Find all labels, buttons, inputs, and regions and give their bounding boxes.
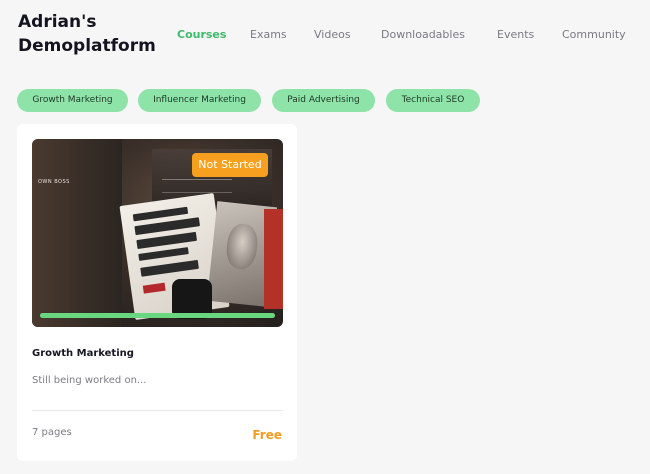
course-thumbnail[interactable]: OWN BOSS Not Started (32, 139, 283, 327)
book-red-label (142, 282, 166, 294)
progress-fill (40, 313, 275, 318)
nav-events[interactable]: Events (497, 27, 534, 43)
card-divider (32, 410, 283, 411)
tag-paid-advertising[interactable]: Paid Advertising (272, 89, 375, 112)
course-card[interactable]: OWN BOSS Not Started Growth Marketing St… (17, 124, 297, 461)
book-title-line (136, 231, 198, 250)
book-title-line (138, 247, 189, 261)
nav-exams[interactable]: Exams (250, 27, 287, 43)
thumbnail-text-block (162, 179, 232, 193)
progress-bar (40, 313, 275, 318)
nav-courses[interactable]: Courses (177, 27, 226, 43)
course-title[interactable]: Growth Marketing (32, 348, 134, 359)
main-nav: Courses Exams Videos Downloadables Event… (0, 27, 650, 45)
book-title-line (140, 259, 199, 277)
course-price: Free (252, 428, 282, 442)
red-cover-block (264, 209, 283, 309)
nav-community[interactable]: Community (562, 27, 626, 43)
page-count: 7 pages (32, 427, 72, 438)
nav-downloadables[interactable]: Downloadables (381, 27, 465, 43)
status-badge: Not Started (192, 153, 268, 177)
thumbnail-background (32, 139, 122, 327)
course-description: Still being worked on... (32, 375, 147, 386)
thumbnail-caption: OWN BOSS (38, 179, 70, 185)
nav-videos[interactable]: Videos (314, 27, 351, 43)
tag-growth-marketing[interactable]: Growth Marketing (17, 89, 128, 112)
tag-technical-seo[interactable]: Technical SEO (386, 89, 480, 112)
tag-influencer-marketing[interactable]: Influencer Marketing (138, 89, 261, 112)
